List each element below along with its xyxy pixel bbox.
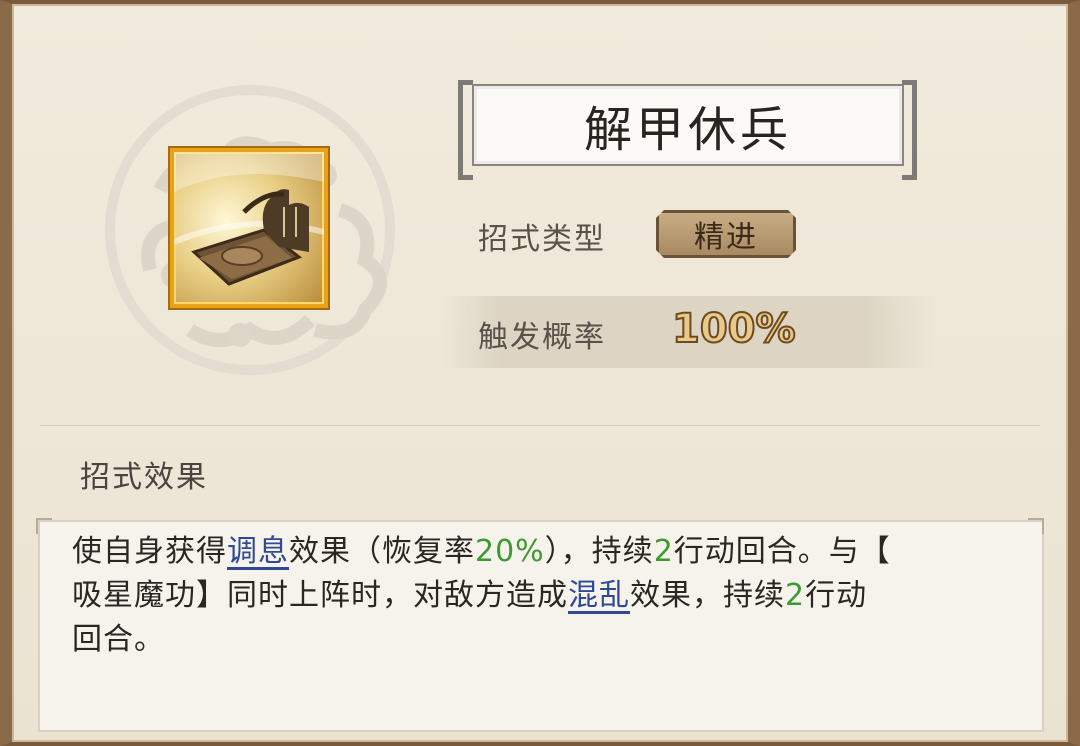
effect-line-2: 吸星魔功】同时上阵时，对敌方造成混乱效果，持续2行动 [72, 574, 1002, 618]
corner-ornament [1028, 518, 1044, 534]
effect-text: 行动 [805, 578, 868, 613]
section-divider [40, 425, 1040, 426]
title-bracket-left [458, 80, 473, 180]
skill-name-title: 解甲休兵 [472, 84, 904, 166]
effect-description: 使自身获得调息效果（恢复率20%），持续2行动回合。与【 吸星魔功】同时上阵时，… [72, 530, 1002, 662]
skill-icon [170, 148, 328, 308]
scroll-and-hat-icon [174, 152, 324, 286]
title-bracket-right [902, 80, 917, 180]
skill-type-badge: 精进 [656, 210, 796, 258]
duration-value: 2 [653, 534, 674, 569]
keyword-link-tiaoxi[interactable]: 调息 [227, 534, 289, 569]
duration-value: 2 [785, 578, 806, 613]
effect-text: 吸星魔功】同时上阵时，对敌方造成 [72, 578, 568, 613]
effect-text: 行动回合。与【 [673, 534, 891, 569]
effect-heading: 招式效果 [80, 460, 208, 495]
trigger-rate-value: 100% [671, 305, 797, 353]
trigger-rate-label: 触发概率 [478, 320, 606, 355]
effect-line-1: 使自身获得调息效果（恢复率20%），持续2行动回合。与【 [72, 530, 1002, 574]
keyword-link-hunluan[interactable]: 混乱 [568, 578, 630, 613]
recovery-rate-value: 20% [475, 534, 545, 569]
effect-text: 使自身获得 [72, 534, 227, 569]
corner-ornament [36, 518, 52, 534]
effect-text: ），持续 [544, 534, 654, 569]
skill-type-label: 招式类型 [478, 222, 606, 257]
effect-line-3: 回合。 [72, 622, 165, 657]
effect-text: 效果，持续 [630, 578, 785, 613]
effect-text: 效果（恢复率 [289, 534, 475, 569]
